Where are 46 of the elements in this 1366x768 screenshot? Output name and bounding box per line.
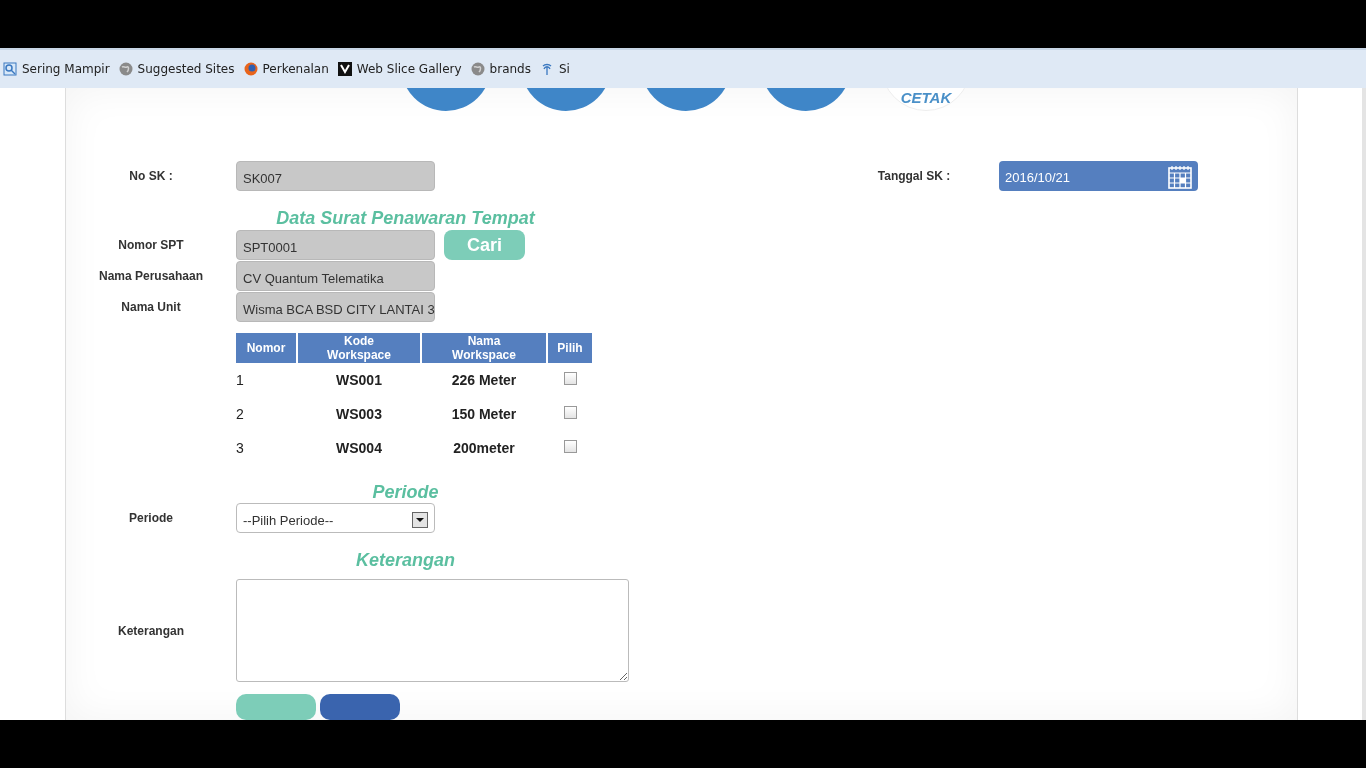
row-checkbox[interactable] bbox=[563, 372, 577, 385]
period-dropdown[interactable]: --Pilih Periode-- bbox=[236, 503, 435, 533]
column-header: Nomor bbox=[236, 333, 296, 363]
input-field[interactable]: CV Quantum Telematika bbox=[236, 261, 435, 291]
table-cell-text: 1 bbox=[236, 371, 245, 390]
table-cell-text: WS001 bbox=[335, 371, 383, 390]
table-cell-text: WS004 bbox=[335, 439, 383, 458]
form-button[interactable] bbox=[320, 694, 400, 720]
field-label: Keterangan bbox=[117, 623, 185, 638]
input-field[interactable]: Wisma BCA BSD CITY LANTAI 3 bbox=[236, 292, 435, 322]
slice-icon bbox=[337, 62, 352, 76]
bookmark-link[interactable]: brands bbox=[470, 62, 531, 76]
field-label: Periode bbox=[128, 511, 174, 525]
section-heading: Data Surat Penawaran Tempat bbox=[275, 208, 537, 229]
input-field[interactable]: SK007 bbox=[236, 161, 435, 191]
table-cell-text: 2 bbox=[236, 405, 245, 424]
globe-icon bbox=[118, 62, 133, 76]
date-field[interactable]: 2016/10/21 bbox=[999, 161, 1198, 191]
row-checkbox[interactable] bbox=[563, 440, 577, 453]
bookmark-link[interactable]: Suggested Sites bbox=[118, 62, 235, 76]
table-cell-text: 226 Meter bbox=[450, 371, 518, 390]
table-cell-text: WS003 bbox=[335, 405, 383, 424]
table-cell-text: 200meter bbox=[452, 439, 516, 458]
table-cell-text: 3 bbox=[236, 439, 245, 458]
section-heading: Keterangan bbox=[355, 550, 456, 571]
field-label: Tanggal SK : bbox=[876, 169, 952, 183]
row-checkbox[interactable] bbox=[563, 406, 577, 419]
table-cell-text: 150 Meter bbox=[450, 405, 518, 424]
browser-icon bbox=[243, 62, 258, 76]
bookmark-link[interactable]: Si bbox=[539, 62, 570, 76]
field-label: Nomor SPT bbox=[117, 238, 185, 252]
column-header: Pilih bbox=[548, 333, 592, 363]
field-label: Nama Unit bbox=[120, 300, 182, 314]
notes-textarea[interactable] bbox=[236, 579, 629, 682]
search-icon bbox=[3, 62, 17, 76]
input-field[interactable]: SPT0001 bbox=[236, 230, 435, 260]
field-label: No SK : bbox=[128, 169, 174, 183]
column-header: Nama Workspace bbox=[422, 333, 546, 363]
column-header: Kode Workspace bbox=[298, 333, 420, 363]
section-heading: Periode bbox=[371, 482, 440, 503]
bookmark-link[interactable]: Sering Mampir bbox=[3, 62, 110, 76]
field-label: Nama Perusahaan bbox=[97, 269, 205, 283]
globe-icon bbox=[470, 62, 485, 76]
calendar-icon[interactable] bbox=[1168, 165, 1192, 189]
bookmark-link[interactable]: Web Slice Gallery bbox=[337, 62, 462, 76]
bookmark-link[interactable]: Perkenalan bbox=[243, 62, 329, 76]
